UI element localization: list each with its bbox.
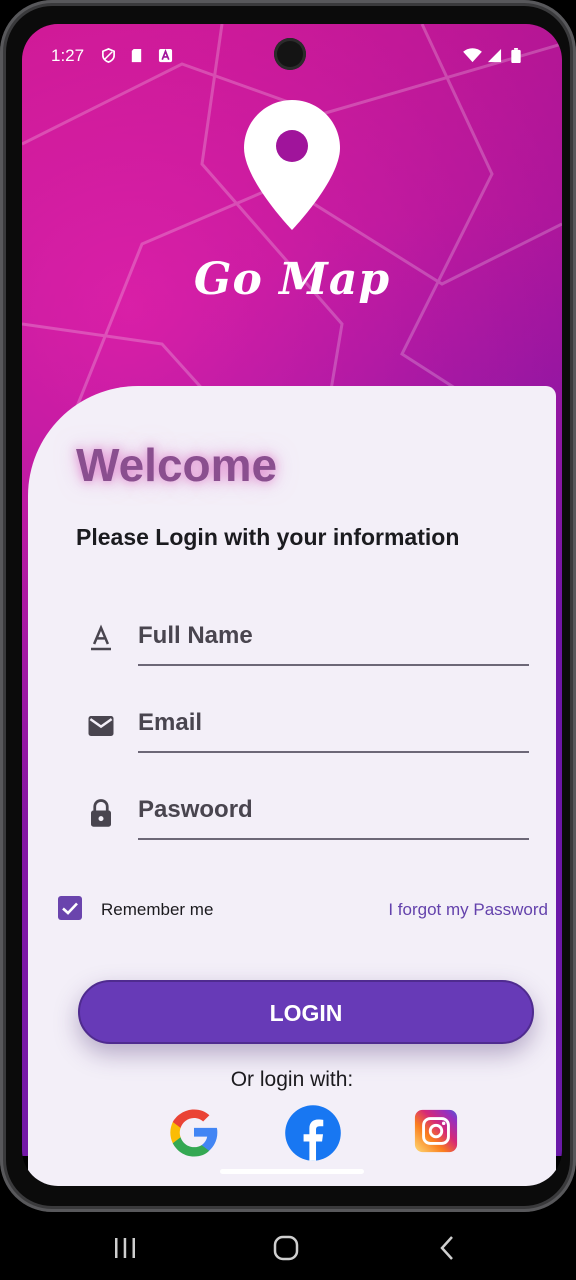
login-card: Welcome Please Login with your informati… — [28, 386, 556, 1186]
recents-icon[interactable] — [110, 1234, 140, 1262]
screen: 1:27 Go Map Welcome Please Login with yo… — [22, 24, 562, 1186]
bezel: 1:27 Go Map Welcome Please Login with yo… — [6, 6, 570, 1206]
google-icon[interactable] — [166, 1104, 222, 1160]
remember-me-checkbox[interactable] — [58, 896, 82, 920]
facebook-icon[interactable] — [284, 1104, 342, 1162]
battery-icon — [511, 48, 521, 63]
full-name-field[interactable]: Full Name — [68, 604, 529, 674]
full-name-underline — [138, 664, 529, 666]
email-label: Email — [138, 709, 203, 736]
check-icon — [62, 902, 78, 915]
forgot-password-link[interactable]: I forgot my Password — [388, 900, 548, 920]
a-box-icon — [158, 48, 173, 63]
text-format-icon — [91, 624, 111, 651]
login-subtitle: Please Login with your information — [76, 524, 460, 550]
signal-icon — [487, 48, 502, 63]
mail-icon — [88, 716, 114, 736]
map-texture — [22, 24, 562, 444]
password-label: Paswoord — [138, 796, 253, 823]
login-button[interactable]: LOGIN — [78, 980, 534, 1044]
location-pin-icon — [244, 100, 340, 230]
remember-me-label[interactable]: Remember me — [101, 900, 213, 920]
email-field[interactable]: Email — [68, 691, 529, 761]
email-underline — [138, 751, 529, 753]
home-icon[interactable] — [271, 1234, 301, 1262]
password-field[interactable]: Paswoord — [68, 778, 529, 848]
back-icon[interactable] — [432, 1234, 462, 1262]
welcome-heading: Welcome — [76, 439, 278, 491]
status-time: 1:27 — [51, 46, 85, 65]
front-camera — [274, 38, 306, 70]
system-nav-bar — [0, 1212, 576, 1280]
gesture-handle[interactable] — [220, 1169, 364, 1174]
lock-icon — [91, 799, 111, 827]
or-login-with-label: Or login with: — [230, 1068, 354, 1091]
full-name-label: Full Name — [138, 622, 253, 649]
instagram-icon[interactable] — [413, 1108, 459, 1154]
wifi-icon — [463, 48, 482, 63]
phone-frame: 1:27 Go Map Welcome Please Login with yo… — [0, 0, 576, 1212]
app-name: Go Map — [193, 254, 391, 305]
password-underline — [138, 838, 529, 840]
shield-icon — [102, 48, 115, 63]
sd-card-icon — [131, 48, 142, 63]
